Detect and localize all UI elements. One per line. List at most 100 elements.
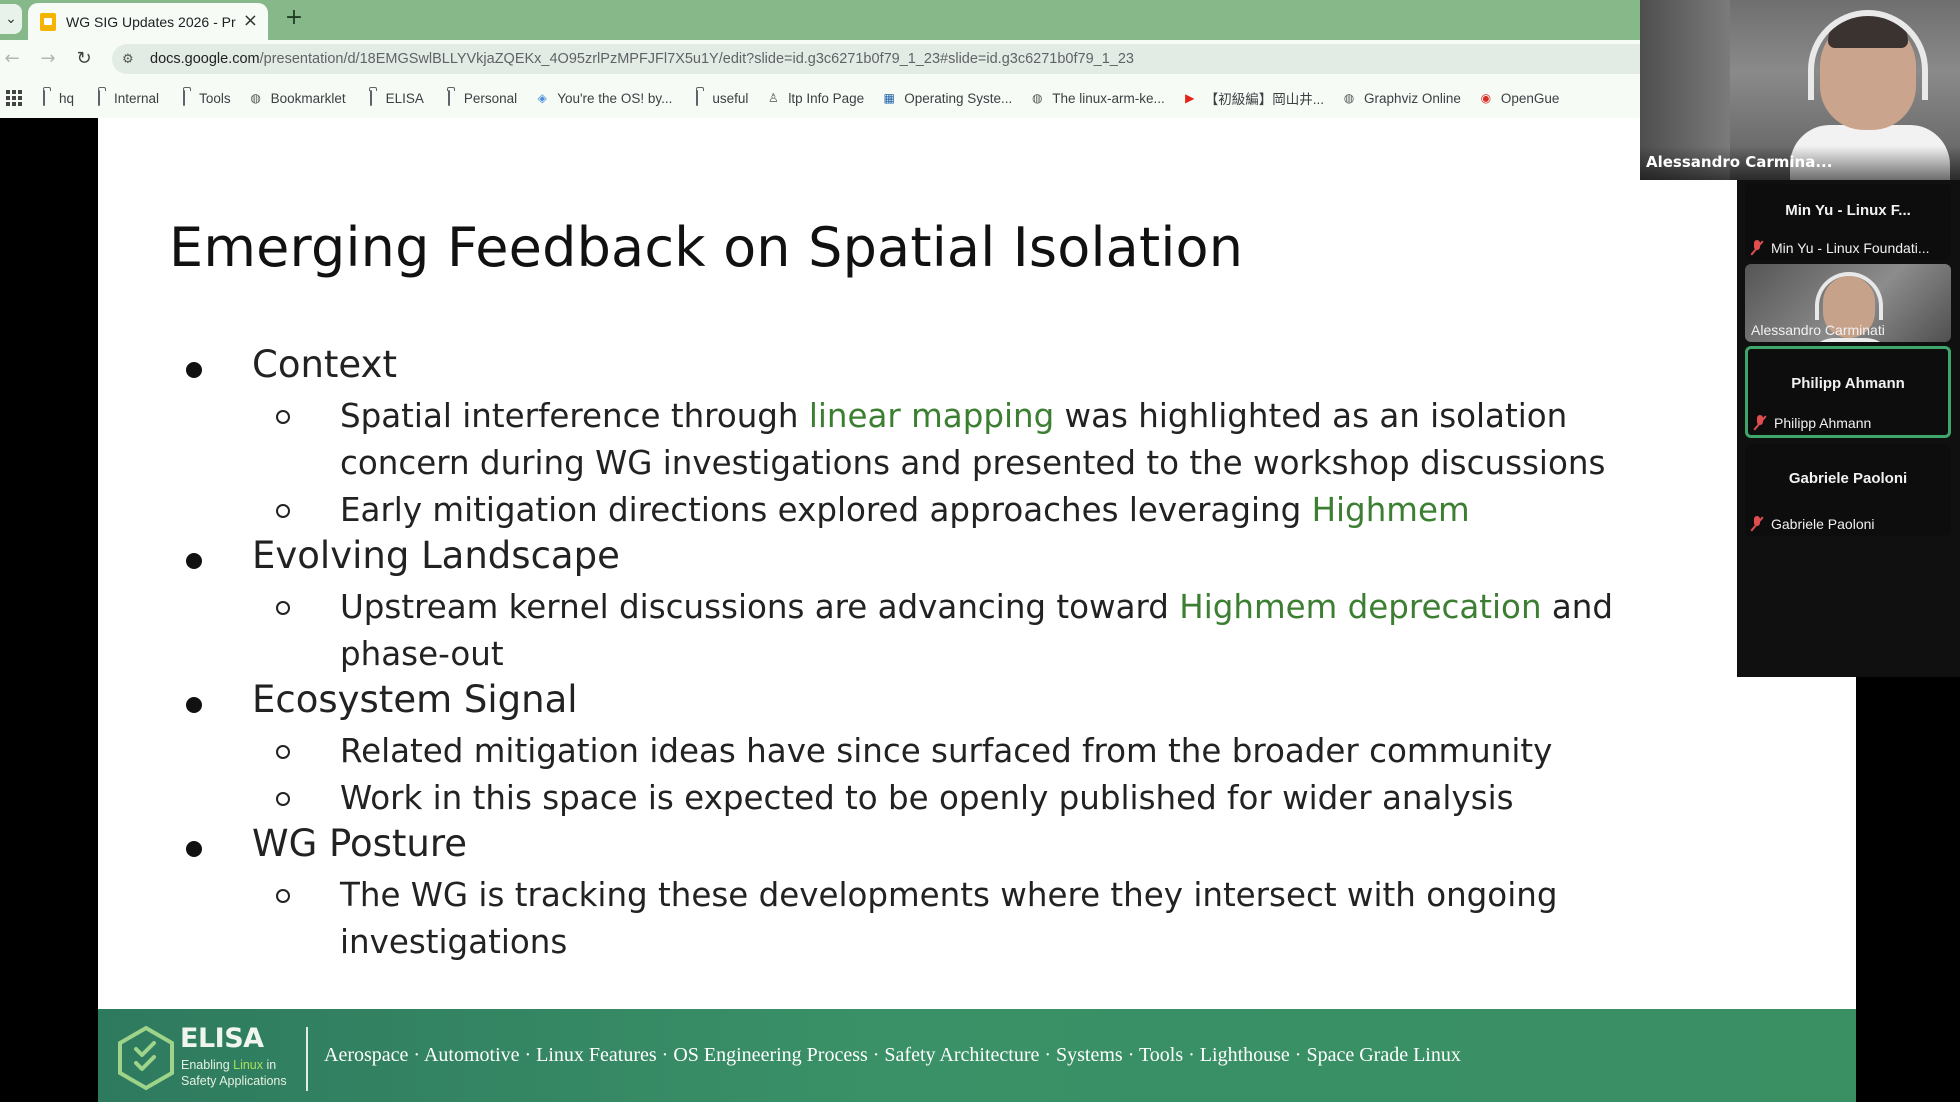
bookmark-label: Graphviz Online <box>1364 90 1461 106</box>
bookmark-item[interactable]: Internal <box>91 90 160 106</box>
bullet-text: Spatial interference through <box>340 397 809 435</box>
bookmark-item[interactable]: ▦ Operating Syste... <box>881 90 1013 106</box>
elisa-tagline: Enabling Linux in Safety Applications <box>181 1058 287 1088</box>
elisa-wordmark: ELISA <box>180 1023 264 1054</box>
tab-strip: ⌄ WG SIG Updates 2026 - Pre × + <box>0 0 1640 40</box>
globe-icon: ◍ <box>250 91 261 105</box>
tab-search-chevron-icon[interactable]: ⌄ <box>0 4 22 34</box>
folder-icon <box>363 90 379 106</box>
bookmark-item[interactable]: ▶ 【初級編】岡山井... <box>1182 88 1324 108</box>
slide-footer: ELISA Enabling Linux in Safety Applicati… <box>98 1009 1856 1102</box>
bullet-heading: Context <box>98 343 1856 393</box>
folder-icon <box>441 90 457 106</box>
url-host: docs.google.com <box>150 51 260 67</box>
sub-bullet: Related mitigation ideas have since surf… <box>98 728 1856 775</box>
bookmark-label: Tools <box>199 90 231 106</box>
hollow-bullet-icon <box>276 889 290 903</box>
close-tab-icon[interactable]: × <box>243 12 258 30</box>
highlighted-term: Highmem <box>1311 491 1470 529</box>
bookmark-item[interactable]: ◍ Bookmarklet <box>248 91 345 106</box>
globe-icon: ◍ <box>1343 91 1355 105</box>
sub-bullet: Upstream kernel discussions are advancin… <box>98 584 1856 678</box>
hollow-bullet-icon <box>276 410 290 424</box>
bookmark-label: You're the OS! by... <box>557 90 673 106</box>
bookmark-item[interactable]: ◍ The linux-arm-ke... <box>1029 91 1165 106</box>
site-icon: ◈ <box>537 91 547 105</box>
mic-muted-icon <box>1754 415 1766 431</box>
folder-icon <box>176 90 192 106</box>
hollow-bullet-icon <box>276 504 290 518</box>
highlighted-term: linear mapping <box>808 397 1055 435</box>
sub-bullet: Work in this space is expected to be ope… <box>98 775 1856 822</box>
participant-tile[interactable]: Min Yu - Linux F... Min Yu - Linux Founda… <box>1745 184 1951 260</box>
browser-tab[interactable]: WG SIG Updates 2026 - Pre × <box>28 3 268 40</box>
pin-icon: ◉ <box>1480 91 1492 105</box>
bullet-dot-icon <box>186 841 202 857</box>
reload-icon[interactable]: ↻ <box>72 47 96 71</box>
participant-name-label: Min Yu - Linux Foundati... <box>1751 240 1930 256</box>
apps-grid-icon[interactable] <box>6 90 22 106</box>
footer-workgroup-list: Aerospace · Automotive · Linux Features … <box>324 1044 1461 1066</box>
bullet-text: Upstream kernel discussions are advancin… <box>340 588 1180 626</box>
bookmark-label: hq <box>59 90 75 106</box>
bullet-heading-text: Evolving Landscape <box>252 534 620 577</box>
participant-name-label: Gabriele Paoloni <box>1751 516 1875 532</box>
elisa-shield-check-icon <box>118 1025 174 1091</box>
bullet-heading: WG Posture <box>98 822 1856 872</box>
bookmark-item[interactable]: ◉ OpenGue <box>1478 91 1560 106</box>
bullet-text: Early mitigation directions explored app… <box>340 491 1312 529</box>
new-tab-button[interactable]: + <box>280 4 308 32</box>
bullet-heading-text: Ecosystem Signal <box>252 678 578 721</box>
presentation-slide: Emerging Feedback on Spatial Isolation C… <box>98 118 1856 1102</box>
url-path: /presentation/d/18EMGSwlBLLYVkjaZQEKx_4O… <box>259 51 1134 67</box>
bookmark-item[interactable]: hq <box>36 90 75 106</box>
bookmark-label: Personal <box>463 90 518 106</box>
bookmark-item[interactable]: ◍ Graphviz Online <box>1341 91 1461 106</box>
bullet-list: Context Spatial interference through line… <box>98 343 1856 966</box>
sub-bullet: Spatial interference through linear mapp… <box>98 393 1856 487</box>
bullet-text: was highlighted as an isolation <box>1054 397 1568 435</box>
bullet-text: Related mitigation ideas have since surf… <box>340 732 1553 770</box>
main-speaker-video[interactable]: Alessandro Carmina... <box>1640 0 1960 180</box>
bookmark-item[interactable]: useful <box>689 90 749 106</box>
bullet-dot-icon <box>186 362 202 378</box>
participant-display-name: Min Yu - Linux F... <box>1785 202 1911 219</box>
bookmark-item[interactable]: Tools <box>176 90 231 106</box>
folder-icon <box>689 90 705 106</box>
bookmark-item[interactable]: ◈ You're the OS! by... <box>534 90 673 106</box>
participant-display-name: Gabriele Paoloni <box>1788 470 1908 487</box>
bookmark-label: ltp Info Page <box>788 90 865 106</box>
bookmarks-bar: hq Internal Tools ◍ Bookmarklet ELISA Personal… <box>0 78 1640 118</box>
bullet-text: and <box>1541 588 1614 626</box>
address-bar[interactable]: ⚙ docs.google.com/presentation/d/18EMGSw… <box>112 44 1640 74</box>
site-settings-icon[interactable]: ⚙ <box>122 52 142 67</box>
participant-tile[interactable]: Alessandro Carminati <box>1745 264 1951 342</box>
participant-panel: Min Yu - Linux F... Min Yu - Linux Founda… <box>1737 180 1960 677</box>
participant-name-label: Alessandro Carminati <box>1751 322 1885 338</box>
browser-toolbar: ← → ↻ ⚙ docs.google.com/presentation/d/1… <box>0 40 1640 78</box>
headset-icon <box>1808 10 1928 100</box>
back-arrow-icon[interactable]: ← <box>0 47 24 71</box>
bookmark-item[interactable]: ♙ ltp Info Page <box>765 91 864 106</box>
main-speaker-name: Alessandro Carmina... <box>1640 146 1960 180</box>
bookmark-item[interactable]: ELISA <box>363 90 424 106</box>
bookmark-label: useful <box>712 90 749 106</box>
folder-icon <box>36 90 52 106</box>
footer-divider <box>306 1027 308 1091</box>
bookmark-label: OpenGue <box>1500 90 1560 106</box>
bullet-heading: Evolving Landscape <box>98 534 1856 584</box>
participant-tile[interactable]: Philipp Ahmann Philipp Ahmann <box>1745 346 1951 438</box>
screen: ⌄ WG SIG Updates 2026 - Pre × + ← → ↻ ⚙ … <box>0 0 1960 1102</box>
bullet-heading-text: WG Posture <box>252 822 468 865</box>
forward-arrow-icon[interactable]: → <box>36 47 60 71</box>
slide-title: Emerging Feedback on Spatial Isolation <box>169 216 1244 279</box>
participant-tile[interactable]: Gabriele Paoloni Gabriele Paoloni <box>1745 444 1951 536</box>
globe-icon: ◍ <box>1032 91 1043 105</box>
bookmark-item[interactable]: Personal <box>441 90 518 106</box>
bookmark-label: Internal <box>114 90 160 106</box>
participant-display-name: Philipp Ahmann <box>1791 375 1905 392</box>
headset-icon <box>1815 272 1883 320</box>
participant-name-label: Philipp Ahmann <box>1754 415 1871 431</box>
sub-bullet: Early mitigation directions explored app… <box>98 487 1856 534</box>
bookmark-label: Operating Syste... <box>904 90 1013 106</box>
